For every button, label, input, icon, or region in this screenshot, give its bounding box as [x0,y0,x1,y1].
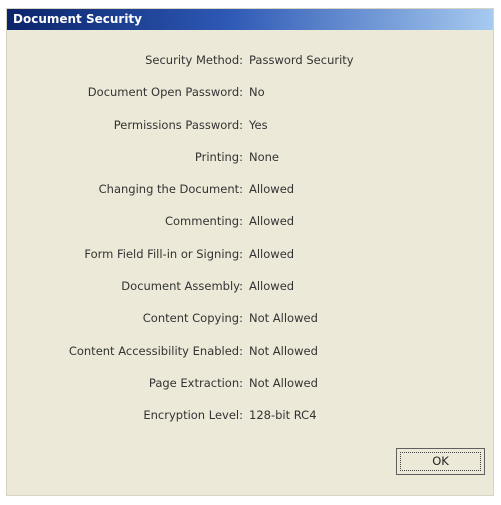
printing-label: Printing: [194,149,243,164]
document-open-password-value: No [249,85,265,100]
page-extraction-value: Not Allowed [249,375,318,390]
permissions-password-label: Permissions Password: [113,117,243,132]
title-bar[interactable]: Document Security [7,9,493,30]
encryption-level-value: 128-bit RC4 [249,408,317,423]
page-extraction-label: Page Extraction: [148,375,243,390]
encryption-level-label: Encryption Level: [143,408,243,423]
security-properties-list: Security Method: Password Security Docum… [7,52,493,440]
document-assembly-value: Allowed [249,279,295,294]
row-commenting: Commenting: Allowed [7,213,493,245]
row-permissions-password: Permissions Password: Yes [7,117,493,149]
commenting-label: Commenting: [164,214,243,229]
permissions-password-value: Yes [249,117,268,132]
document-open-password-label: Document Open Password: [87,85,243,100]
document-security-dialog: Document Security Security Method: Passw… [7,9,493,495]
row-changing-the-document: Changing the Document: Allowed [7,181,493,213]
form-field-fill-in-label: Form Field Fill-in or Signing: [84,246,243,261]
row-document-assembly: Document Assembly: Allowed [7,278,493,310]
row-encryption-level: Encryption Level: 128-bit RC4 [7,407,493,439]
security-method-label: Security Method: [145,53,243,67]
document-assembly-label: Document Assembly: [121,279,243,294]
form-field-fill-in-value: Allowed [249,246,295,261]
content-accessibility-value: Not Allowed [249,343,318,358]
row-printing: Printing: None [7,149,493,181]
commenting-value: Allowed [249,214,295,229]
printing-value: None [249,149,280,164]
row-document-open-password: Document Open Password: No [7,84,493,116]
ok-button[interactable]: OK [396,448,485,475]
dialog-title: Document Security [13,12,142,26]
row-form-field-fill-in: Form Field Fill-in or Signing: Allowed [7,246,493,278]
content-accessibility-label: Content Accessibility Enabled: [68,343,243,358]
row-content-accessibility: Content Accessibility Enabled: Not Allow… [7,343,493,375]
content-copying-value: Not Allowed [249,311,318,326]
content-copying-label: Content Copying: [142,311,243,326]
changing-the-document-value: Allowed [249,182,295,197]
row-content-copying: Content Copying: Not Allowed [7,310,493,342]
row-security-method: Security Method: Password Security [7,52,493,84]
row-page-extraction: Page Extraction: Not Allowed [7,375,493,407]
security-method-value: Password Security [249,53,354,67]
ok-button-label: OK [432,454,449,468]
changing-the-document-label: Changing the Document: [98,182,243,197]
